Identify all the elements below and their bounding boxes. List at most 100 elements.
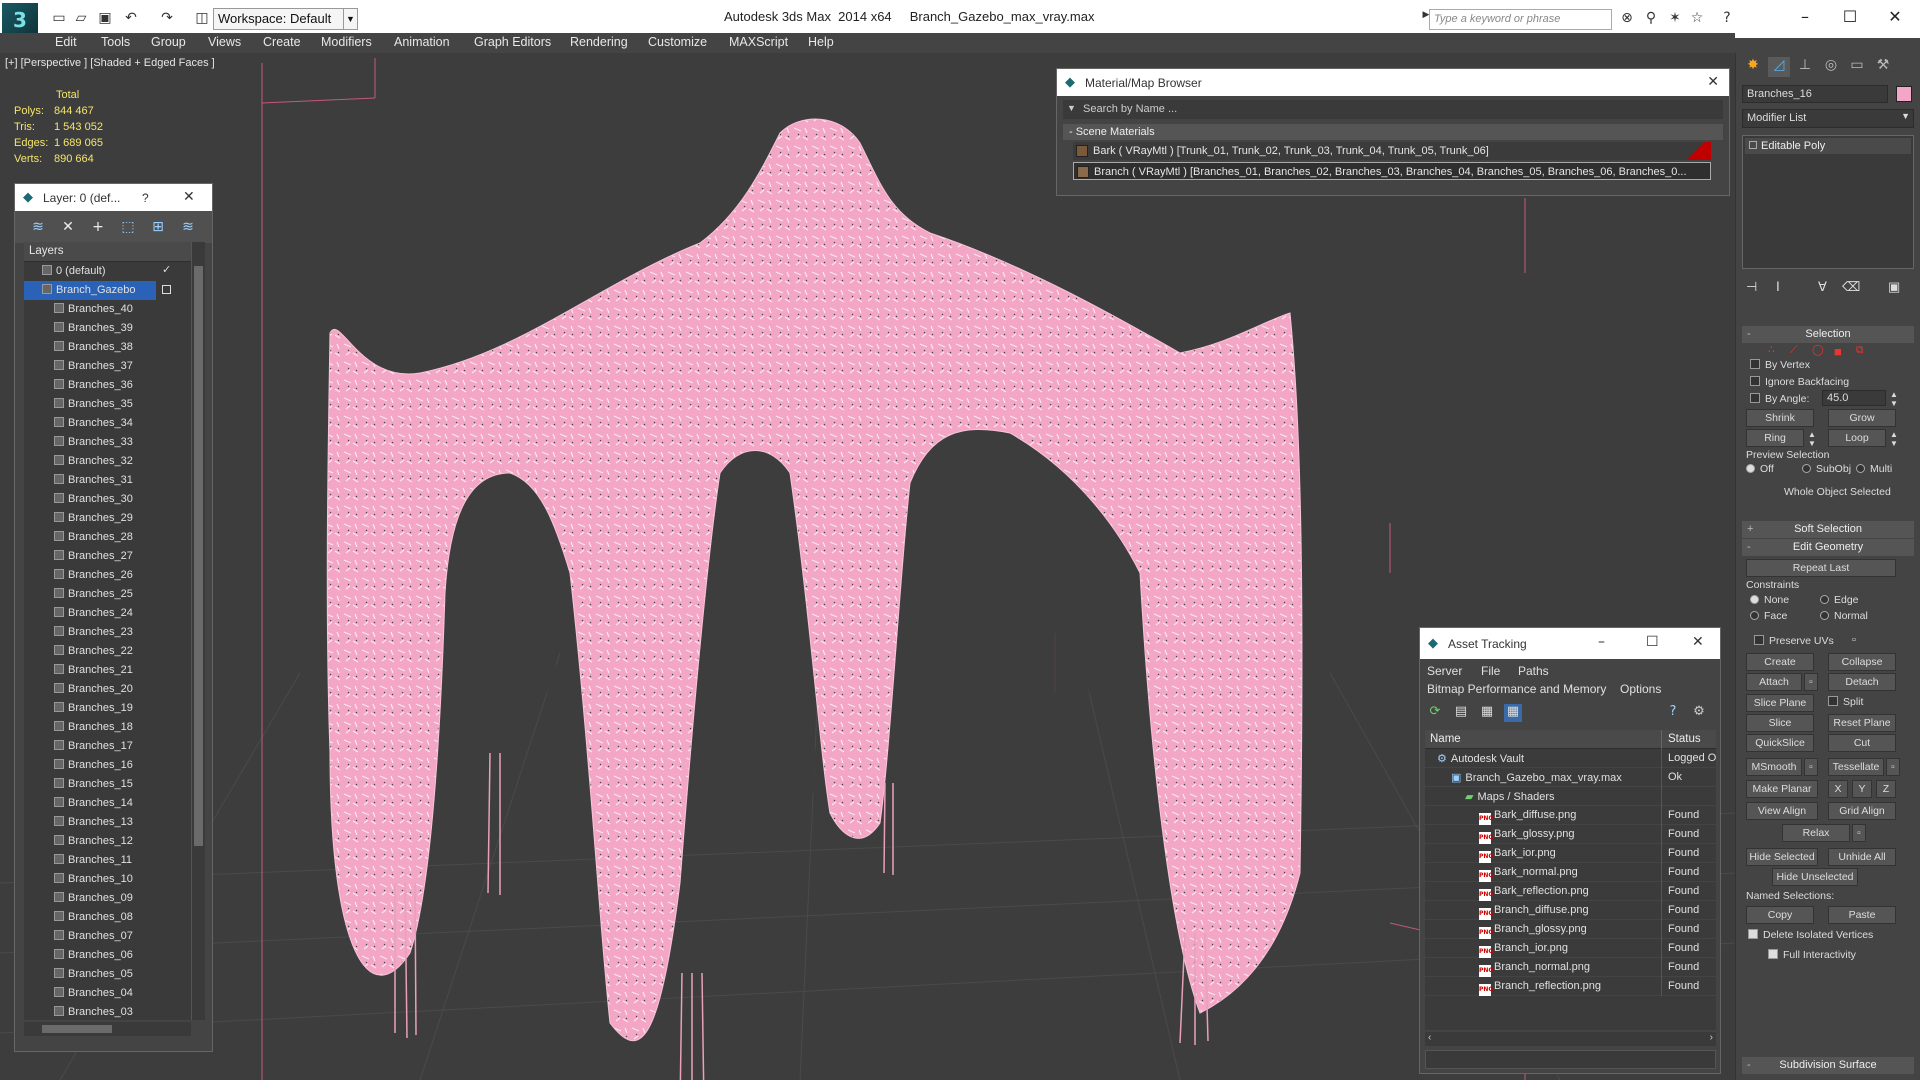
planar-x-button[interactable]: X bbox=[1828, 780, 1848, 798]
attach-button[interactable]: Attach bbox=[1746, 673, 1802, 691]
asset-row[interactable]: ⚙ Autodesk Vault Logged O bbox=[1425, 749, 1716, 768]
menu-edit[interactable]: Edit bbox=[55, 35, 77, 49]
minimize-button[interactable]: – bbox=[1598, 634, 1605, 650]
constraint-normal-radio[interactable]: Normal bbox=[1820, 610, 1868, 622]
repeat-last-button[interactable]: Repeat Last bbox=[1746, 559, 1896, 577]
create-tab-icon[interactable]: ✸ bbox=[1742, 57, 1764, 77]
menu-server[interactable]: Server bbox=[1427, 664, 1462, 678]
layer-row[interactable]: Branches_24 bbox=[24, 604, 191, 623]
layer-row[interactable]: Branches_21 bbox=[24, 661, 191, 680]
configure-sets-icon[interactable]: ▣ bbox=[1888, 279, 1900, 295]
column-status[interactable]: Status bbox=[1661, 730, 1701, 749]
collapse-button[interactable]: Collapse bbox=[1828, 653, 1896, 671]
layer-row[interactable]: Branches_06 bbox=[24, 946, 191, 965]
communication-icon[interactable]: ✶ bbox=[1666, 10, 1684, 28]
planar-z-button[interactable]: Z bbox=[1876, 780, 1896, 798]
layer-row[interactable]: Branches_38 bbox=[24, 338, 191, 357]
create-layer-icon[interactable]: ≋ bbox=[29, 219, 47, 235]
layer-row[interactable]: Branches_27 bbox=[24, 547, 191, 566]
menu-maxscript[interactable]: MAXScript bbox=[729, 35, 788, 49]
shrink-button[interactable]: Shrink bbox=[1746, 409, 1814, 427]
pin-stack-icon[interactable]: ⊣ bbox=[1746, 279, 1757, 295]
subscription-icon[interactable]: ⚲ bbox=[1642, 10, 1660, 28]
motion-tab-icon[interactable]: ◎ bbox=[1820, 57, 1842, 77]
menu-tools[interactable]: Tools bbox=[101, 35, 130, 49]
maximize-button[interactable]: ☐ bbox=[1646, 634, 1659, 650]
layer-row[interactable]: Branches_29 bbox=[24, 509, 191, 528]
close-button[interactable]: ✕ bbox=[1880, 5, 1910, 29]
minimize-button[interactable]: – bbox=[1790, 5, 1820, 29]
asset-horizontal-scrollbar[interactable]: ‹ › bbox=[1425, 1032, 1716, 1046]
ring-spinner-icon[interactable]: ▲ ▼ bbox=[1808, 430, 1816, 448]
ring-button[interactable]: Ring bbox=[1746, 429, 1804, 447]
set-current-layer-icon[interactable] bbox=[162, 285, 171, 294]
layer-row[interactable]: Branches_03 bbox=[24, 1003, 191, 1020]
show-end-result-icon[interactable]: Ⅰ bbox=[1776, 279, 1780, 295]
layer-row[interactable]: Branches_32 bbox=[24, 452, 191, 471]
favorites-star-icon[interactable]: ☆ bbox=[1688, 10, 1706, 28]
relax-button[interactable]: Relax bbox=[1782, 824, 1850, 842]
constraint-face-radio[interactable]: Face bbox=[1750, 610, 1787, 622]
layer-dialog-header[interactable]: ◆ Layer: 0 (def... ? ✕ bbox=[15, 184, 212, 211]
material-row-bark[interactable]: Bark ( VRayMtl ) [Trunk_01, Trunk_02, Tr… bbox=[1073, 142, 1711, 160]
layer-row[interactable]: Branches_09 bbox=[24, 889, 191, 908]
delete-isolated-checkbox[interactable]: Delete Isolated Vertices bbox=[1748, 929, 1873, 941]
chevron-down-icon[interactable]: ▼ bbox=[1067, 103, 1076, 113]
layer-row[interactable]: 0 (default) ✓ bbox=[24, 262, 191, 281]
remove-modifier-icon[interactable]: ⌫ bbox=[1842, 279, 1860, 295]
layer-row[interactable]: Branches_37 bbox=[24, 357, 191, 376]
selection-rollout[interactable]: - Selection bbox=[1742, 326, 1914, 343]
menu-create[interactable]: Create bbox=[263, 35, 301, 49]
asset-row[interactable]: PNGBark_reflection.png Found bbox=[1425, 882, 1716, 901]
unhide-all-button[interactable]: Unhide All bbox=[1828, 848, 1896, 866]
asset-row[interactable]: PNGBark_normal.png Found bbox=[1425, 863, 1716, 882]
layer-row[interactable]: Branches_14 bbox=[24, 794, 191, 813]
current-layer-check-icon[interactable]: ✓ bbox=[162, 263, 171, 276]
grow-button[interactable]: Grow bbox=[1828, 409, 1896, 427]
hide-all-layers-icon[interactable]: ≋ bbox=[179, 219, 197, 235]
display-tab-icon[interactable]: ▭ bbox=[1846, 57, 1868, 77]
vertex-icon[interactable]: ∴ bbox=[1768, 344, 1775, 356]
msmooth-settings-icon[interactable]: ▫ bbox=[1804, 758, 1818, 776]
quickslice-button[interactable]: QuickSlice bbox=[1746, 734, 1814, 752]
slice-button[interactable]: Slice bbox=[1746, 714, 1814, 732]
undo-icon[interactable]: ↶ bbox=[122, 9, 140, 27]
search-input[interactable]: Type a keyword or phrase bbox=[1429, 9, 1612, 30]
preserve-uvs-checkbox[interactable]: Preserve UVs bbox=[1754, 635, 1834, 647]
menu-group[interactable]: Group bbox=[151, 35, 186, 49]
layer-row[interactable]: Branches_16 bbox=[24, 756, 191, 775]
asset-row[interactable]: PNGBranch_normal.png Found bbox=[1425, 958, 1716, 977]
highlight-layer-icon[interactable]: ⊞ bbox=[149, 219, 167, 235]
edit-geometry-rollout[interactable]: - Edit Geometry bbox=[1742, 539, 1914, 556]
layer-row[interactable]: Branches_39 bbox=[24, 319, 191, 338]
layer-row[interactable]: Branches_20 bbox=[24, 680, 191, 699]
object-color-swatch[interactable] bbox=[1896, 86, 1912, 102]
material-browser-header[interactable]: ◆ Material/Map Browser ✕ bbox=[1057, 69, 1729, 96]
border-icon[interactable]: ◯ bbox=[1812, 344, 1824, 356]
layer-row[interactable]: Branches_05 bbox=[24, 965, 191, 984]
layer-row[interactable]: Branches_13 bbox=[24, 813, 191, 832]
open-file-icon[interactable]: ▱ bbox=[72, 9, 90, 27]
soft-selection-rollout[interactable]: + Soft Selection bbox=[1742, 521, 1914, 538]
add-to-layer-icon[interactable]: + bbox=[89, 219, 107, 235]
subdivision-surface-rollout[interactable]: - Subdivision Surface bbox=[1742, 1057, 1914, 1074]
delete-layer-icon[interactable]: ✕ bbox=[59, 219, 77, 235]
slice-plane-button[interactable]: Slice Plane bbox=[1746, 694, 1814, 712]
layer-row[interactable]: Branches_25 bbox=[24, 585, 191, 604]
layer-horizontal-scrollbar[interactable] bbox=[24, 1022, 191, 1036]
layer-row[interactable]: Branches_07 bbox=[24, 927, 191, 946]
close-button[interactable]: ✕ bbox=[1692, 634, 1704, 650]
scroll-left-icon[interactable]: ‹ bbox=[1428, 1032, 1431, 1043]
layer-row[interactable]: Branches_15 bbox=[24, 775, 191, 794]
table-view-icon[interactable]: ▦ bbox=[1504, 704, 1522, 722]
menu-modifiers[interactable]: Modifiers bbox=[321, 35, 372, 49]
layer-row[interactable]: Branches_30 bbox=[24, 490, 191, 509]
stack-item-editable-poly[interactable]: Editable Poly bbox=[1745, 138, 1911, 154]
layer-row[interactable]: Branches_10 bbox=[24, 870, 191, 889]
layer-vertical-scrollbar[interactable] bbox=[191, 242, 205, 1020]
menu-graph-editors[interactable]: Graph Editors bbox=[474, 35, 551, 49]
relax-settings-icon[interactable]: ▫ bbox=[1852, 824, 1866, 842]
scrollbar-thumb[interactable] bbox=[194, 266, 203, 846]
material-row-branch[interactable]: Branch ( VRayMtl ) [Branches_01, Branche… bbox=[1073, 162, 1711, 180]
asset-row[interactable]: ▣ Branch_Gazebo_max_vray.max Ok bbox=[1425, 768, 1716, 787]
